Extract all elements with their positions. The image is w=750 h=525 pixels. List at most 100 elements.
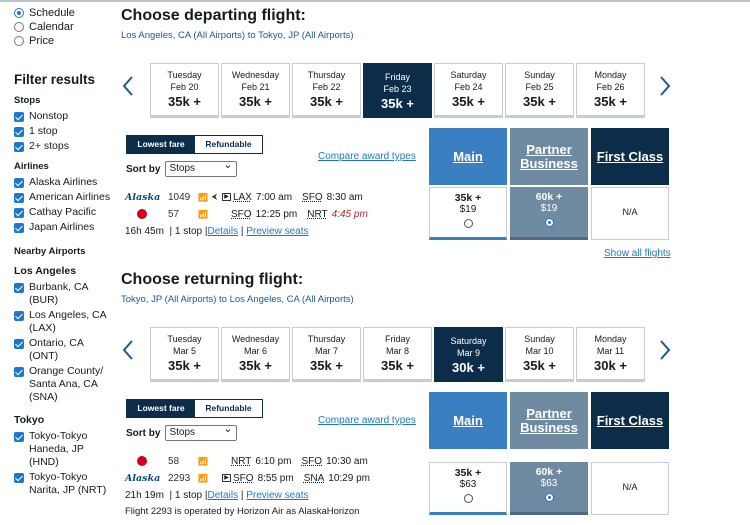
entertainment-icon: ▶ (222, 193, 231, 201)
filter-alaska-airlines[interactable]: Alaska Airlines (14, 176, 114, 189)
cabin-partner-business-header[interactable]: Partner Business (510, 392, 588, 449)
fare-cell-partner-business[interactable]: 60k + $19 (510, 187, 588, 240)
checkbox-icon[interactable] (14, 283, 24, 293)
view-option-calendar[interactable]: Calendar (14, 20, 114, 34)
filter-american-airlines[interactable]: American Airlines (14, 191, 114, 204)
checkbox-icon[interactable] (14, 178, 24, 188)
checkbox-icon[interactable] (14, 339, 24, 349)
next-dates-arrow-icon[interactable] (658, 339, 678, 363)
checkbox-icon[interactable] (14, 208, 24, 218)
wifi-icon: 📶 (198, 473, 208, 483)
fare-radio-icon[interactable] (463, 219, 473, 228)
checkbox-icon[interactable] (14, 432, 24, 442)
checkbox-icon[interactable] (14, 367, 24, 377)
cabin-main-header[interactable]: Main (429, 392, 507, 449)
cabin-first-class-header[interactable]: First Class (591, 392, 669, 449)
prev-dates-arrow-icon[interactable] (121, 339, 141, 363)
compare-award-types-link[interactable]: Compare award types (318, 151, 416, 162)
fare-radio-icon[interactable] (544, 218, 554, 227)
fare-cell-first-class: N/A (591, 462, 669, 515)
departing-route: Los Angeles, CA (All Airports) to Tokyo,… (121, 30, 354, 41)
cabin-first-class-header[interactable]: First Class (591, 128, 669, 185)
jal-logo-icon (125, 209, 159, 219)
power-icon: ⮜ (211, 192, 218, 201)
fare-radio-icon[interactable] (544, 493, 554, 502)
filter-lax[interactable]: Los Angeles, CA (LAX) (14, 309, 114, 335)
checkbox-icon[interactable] (14, 311, 24, 321)
checkbox-icon[interactable] (14, 127, 24, 137)
date-cell[interactable]: Thursday Feb 22 35k + (292, 63, 361, 118)
date-cell[interactable]: Friday Mar 8 35k + (363, 327, 432, 382)
flight-duration-row: 16h 45m | 1 stop |Details | Preview seat… (125, 226, 309, 237)
radio-icon[interactable] (14, 8, 24, 18)
radio-icon[interactable] (14, 22, 24, 32)
fare-radio-icon[interactable] (463, 494, 473, 503)
date-cell[interactable]: Wednesday Feb 21 35k + (221, 63, 290, 118)
lowest-fare-tab[interactable]: Lowest fare (127, 136, 195, 153)
compare-award-types-link[interactable]: Compare award types (318, 415, 416, 426)
returning-date-strip: Tuesday Mar 5 35k + Wednesday Mar 6 35k + Th… (121, 327, 681, 382)
date-cell[interactable]: Tuesday Feb 20 35k + (150, 63, 219, 118)
flight-segment: 58 📶 NRT 6:10 pm SFO 10:30 am (125, 453, 425, 469)
fare-cell-main[interactable]: 35k + $19 (429, 187, 507, 240)
checkbox-icon[interactable] (14, 223, 24, 233)
filter-ont[interactable]: Ontario, CA (ONT) (14, 337, 114, 363)
view-option-price[interactable]: Price (14, 34, 114, 48)
filter-1-stop[interactable]: 1 stop (14, 125, 114, 138)
filter-2-plus-stops[interactable]: 2+ stops (14, 140, 114, 153)
checkbox-icon[interactable] (14, 112, 24, 122)
next-dates-arrow-icon[interactable] (658, 75, 678, 99)
jal-logo-icon (125, 456, 159, 466)
fare-cell-partner-business[interactable]: 60k + $63 (510, 462, 588, 515)
date-cell[interactable]: Monday Mar 11 30k + (576, 327, 645, 382)
checkbox-icon[interactable] (14, 473, 24, 483)
preview-seats-link[interactable]: Preview seats (246, 226, 308, 237)
flight-segment: Alaska 1049 📶 ⮜ ▶ LAX 7:00 am SFO 8:30 a… (125, 191, 363, 203)
show-all-flights-link[interactable]: Show all flights (604, 248, 671, 259)
details-link[interactable]: Details (208, 490, 239, 501)
operated-by-note: Flight 2293 is operated by Horizon Air a… (125, 506, 360, 517)
filter-cathay-pacific[interactable]: Cathay Pacific (14, 206, 114, 219)
sidebar: Schedule Calendar Price Filter results S… (14, 6, 114, 499)
date-cell[interactable]: Sunday Mar 10 35k + (505, 327, 574, 382)
date-cell[interactable]: Wednesday Mar 6 35k + (221, 327, 290, 382)
preview-seats-link[interactable]: Preview seats (246, 490, 308, 501)
date-cell[interactable]: Tuesday Mar 5 35k + (150, 327, 219, 382)
sort-select[interactable]: Stops (165, 422, 238, 441)
date-cell-selected[interactable]: Saturday Mar 9 30k + (434, 327, 503, 382)
departing-heading: Choose departing flight: (121, 7, 306, 24)
filter-nonstop[interactable]: Nonstop (14, 110, 114, 123)
sort-by: Sort by Stops (126, 422, 238, 441)
flight-duration-row: 21h 19m | 1 stop |Details | Preview seat… (125, 490, 309, 501)
filter-bur[interactable]: Burbank, CA (BUR) (14, 281, 114, 307)
date-cell[interactable]: Thursday Mar 7 35k + (292, 327, 361, 382)
lowest-fare-tab[interactable]: Lowest fare (127, 400, 195, 417)
prev-dates-arrow-icon[interactable] (121, 75, 141, 99)
checkbox-icon[interactable] (14, 193, 24, 203)
date-cell[interactable]: Monday Feb 26 35k + (576, 63, 645, 118)
wifi-icon: 📶 (198, 456, 208, 466)
nearby-airports-title: Nearby Airports (14, 246, 86, 257)
filter-japan-airlines[interactable]: Japan Airlines (14, 221, 114, 234)
filter-hnd[interactable]: Tokyo-Tokyo Haneda, JP (HND) (14, 430, 114, 469)
cabin-partner-business-header[interactable]: Partner Business (510, 128, 588, 185)
date-cell-selected[interactable]: Friday Feb 23 35k + (363, 63, 432, 118)
filter-results-title: Filter results (14, 72, 96, 87)
refundable-tab[interactable]: Refundable (195, 136, 262, 153)
refundable-tab[interactable]: Refundable (195, 400, 262, 417)
fare-cell-main[interactable]: 35k + $63 (429, 462, 507, 515)
filter-sna[interactable]: Orange County/ Santa Ana, CA (SNA) (14, 365, 114, 404)
returning-heading: Choose returning flight: (121, 271, 304, 288)
date-cell[interactable]: Sunday Feb 25 35k + (505, 63, 574, 118)
checkbox-icon[interactable] (14, 142, 24, 152)
radio-icon[interactable] (14, 36, 24, 46)
top-border (0, 0, 750, 2)
filter-nrt[interactable]: Tokyo-Tokyo Narita, JP (NRT) (14, 471, 114, 497)
date-cell[interactable]: Saturday Feb 24 35k + (434, 63, 503, 118)
view-option-schedule[interactable]: Schedule (14, 6, 114, 20)
returning-route: Tokyo, JP (All Airports) to Los Angeles,… (121, 294, 354, 305)
cabin-main-header[interactable]: Main (429, 128, 507, 185)
details-link[interactable]: Details (208, 226, 239, 237)
sort-select[interactable]: Stops (165, 158, 238, 177)
airlines-filter-title: Airlines (14, 161, 49, 172)
